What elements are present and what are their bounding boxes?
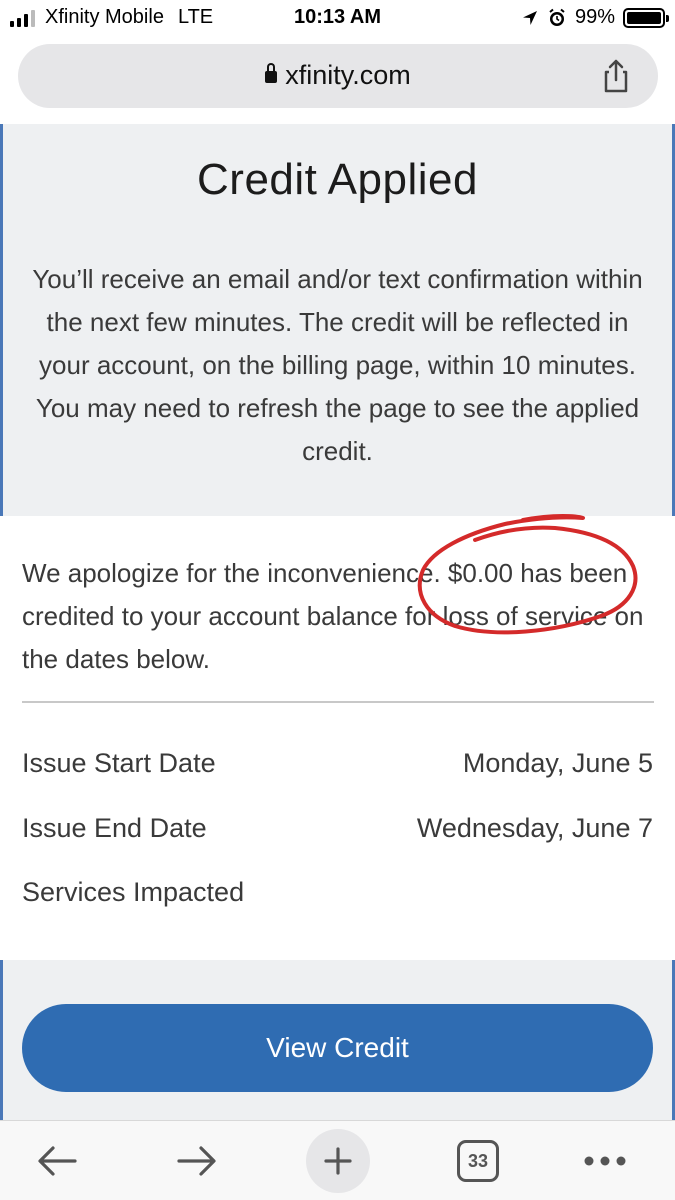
forward-button[interactable] — [162, 1121, 232, 1200]
address-bar[interactable]: xfinity.com — [18, 44, 658, 108]
detail-label: Issue End Date — [22, 813, 207, 843]
page-title: Credit Applied — [197, 155, 478, 204]
detail-value: Monday, June 5 — [462, 748, 653, 778]
battery-icon — [623, 7, 669, 28]
tabs-icon: 33 — [457, 1140, 499, 1182]
alarm-icon — [549, 8, 565, 26]
location-icon — [522, 10, 537, 25]
detail-label: Issue Start Date — [22, 748, 216, 778]
annotation-circle — [417, 514, 638, 635]
lock-icon — [265, 63, 278, 83]
status-right: 99% — [521, 6, 669, 29]
status-bar: Xfinity Mobile LTE 10:13 AM 99% — [0, 0, 675, 38]
back-arrow-icon — [38, 1146, 77, 1176]
url-text: xfinity.com — [285, 60, 411, 90]
share-icon[interactable] — [598, 58, 634, 94]
battery-percent: 99% — [574, 6, 615, 28]
confirmation-message: You’ll receive an email and/or text conf… — [32, 264, 643, 466]
divider — [22, 701, 654, 703]
browser-toolbar: 33 — [0, 1120, 675, 1200]
more-icon — [584, 1156, 626, 1166]
plus-circle — [306, 1129, 370, 1193]
detail-label: Services Impacted — [22, 877, 245, 907]
view-credit-button[interactable]: View Credit — [22, 1004, 653, 1092]
back-button[interactable] — [22, 1121, 92, 1200]
url-display[interactable]: xfinity.com — [18, 60, 658, 91]
more-button[interactable] — [572, 1121, 638, 1200]
detail-value: Wednesday, June 7 — [416, 813, 653, 843]
new-tab-button[interactable] — [305, 1121, 371, 1200]
tabs-button[interactable]: 33 — [446, 1121, 510, 1200]
plus-icon — [324, 1147, 352, 1175]
forward-arrow-icon — [177, 1146, 216, 1176]
